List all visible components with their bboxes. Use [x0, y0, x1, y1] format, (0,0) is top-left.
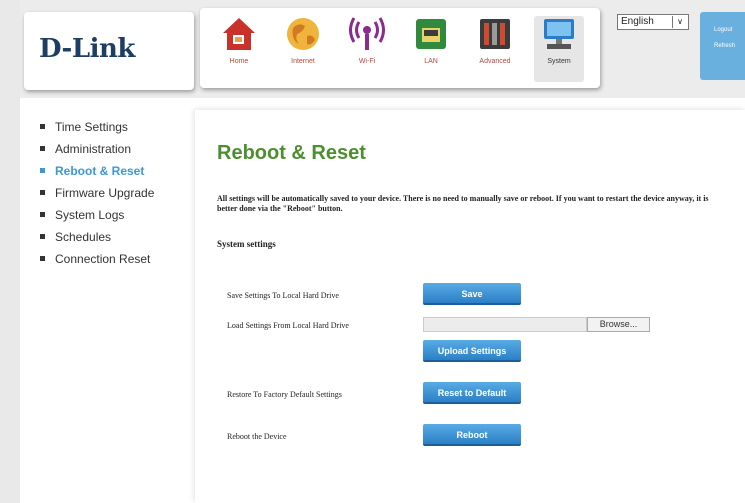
- nav-item-lan[interactable]: LAN: [406, 16, 456, 82]
- factory-reset-label: Restore To Factory Default Settings: [227, 390, 342, 399]
- upload-settings-button[interactable]: Upload Settings: [423, 340, 521, 362]
- sidebar-item-label: Connection Reset: [55, 252, 151, 266]
- sidebar-item-label: Time Settings: [55, 120, 128, 134]
- home-icon: [223, 18, 255, 50]
- reboot-label: Reboot the Device: [227, 432, 287, 441]
- sidebar: Time Settings Administration Reboot & Re…: [40, 120, 154, 274]
- nav-item-wifi[interactable]: Wi-Fi: [342, 16, 392, 82]
- load-settings-label: Load Settings From Local Hard Drive: [227, 321, 349, 330]
- bullet-icon: [40, 146, 45, 152]
- nav-item-home[interactable]: Home: [214, 16, 264, 82]
- lan-port-icon: [416, 19, 446, 49]
- nav-label-home: Home: [229, 58, 249, 65]
- nav-label-internet: Internet: [291, 58, 315, 65]
- section-title: System settings: [217, 239, 276, 249]
- sidebar-item-time-settings[interactable]: Time Settings: [40, 120, 154, 142]
- nav-item-advanced[interactable]: Advanced: [470, 16, 520, 82]
- sidebar-item-label: Schedules: [55, 230, 112, 244]
- logo-card: D-Link: [24, 12, 194, 90]
- globe-icon: [287, 18, 319, 50]
- save-button[interactable]: Save: [423, 283, 521, 305]
- sidebar-item-label: Reboot & Reset: [55, 164, 145, 178]
- computer-icon: [544, 19, 574, 49]
- main-nav: Home Internet Wi-Fi LAN Advanced System: [200, 8, 600, 88]
- sidebar-item-label: Administration: [55, 142, 132, 156]
- bullet-icon: [40, 256, 45, 262]
- sidebar-item-system-logs[interactable]: System Logs: [40, 208, 154, 230]
- refresh-button[interactable]: Refresh: [714, 43, 745, 49]
- bullet-icon: [40, 168, 45, 174]
- nav-item-system[interactable]: System: [534, 16, 584, 82]
- reboot-button[interactable]: Reboot: [423, 424, 521, 446]
- session-panel: Logout Refresh: [700, 12, 745, 80]
- chevron-down-icon: ∨: [672, 16, 687, 28]
- bullet-icon: [40, 124, 45, 130]
- sidebar-item-schedules[interactable]: Schedules: [40, 230, 154, 252]
- nav-label-advanced: Advanced: [479, 58, 511, 65]
- bullet-icon: [40, 234, 45, 240]
- file-path-input[interactable]: [423, 317, 587, 332]
- nav-label-lan: LAN: [424, 58, 438, 65]
- reset-to-default-button[interactable]: Reset to Default: [423, 382, 521, 404]
- language-select[interactable]: English ∨: [617, 14, 689, 30]
- sidebar-item-label: System Logs: [55, 208, 125, 222]
- sidebar-item-label: Firmware Upgrade: [55, 186, 155, 200]
- logout-button[interactable]: Logout: [714, 27, 745, 33]
- language-select-value: English: [621, 16, 654, 27]
- sidebar-item-reboot-reset[interactable]: Reboot & Reset: [40, 164, 154, 186]
- wifi-icon: [349, 17, 385, 50]
- page-title: Reboot & Reset: [217, 142, 366, 164]
- nav-item-internet[interactable]: Internet: [278, 16, 328, 82]
- tools-icon: [480, 19, 510, 49]
- sidebar-item-firmware-upgrade[interactable]: Firmware Upgrade: [40, 186, 154, 208]
- intro-text: All settings will be automatically saved…: [217, 194, 709, 213]
- save-settings-label: Save Settings To Local Hard Drive: [227, 291, 339, 300]
- bullet-icon: [40, 190, 45, 196]
- nav-label-system: System: [547, 58, 571, 65]
- content-panel: Reboot & Reset All settings will be auto…: [195, 110, 745, 503]
- nav-label-wifi: Wi-Fi: [358, 58, 376, 65]
- bullet-icon: [40, 212, 45, 218]
- sidebar-item-administration[interactable]: Administration: [40, 142, 154, 164]
- sidebar-item-connection-reset[interactable]: Connection Reset: [40, 252, 154, 274]
- dlink-logo: D-Link: [39, 34, 135, 64]
- browse-button[interactable]: Browse...: [587, 317, 650, 332]
